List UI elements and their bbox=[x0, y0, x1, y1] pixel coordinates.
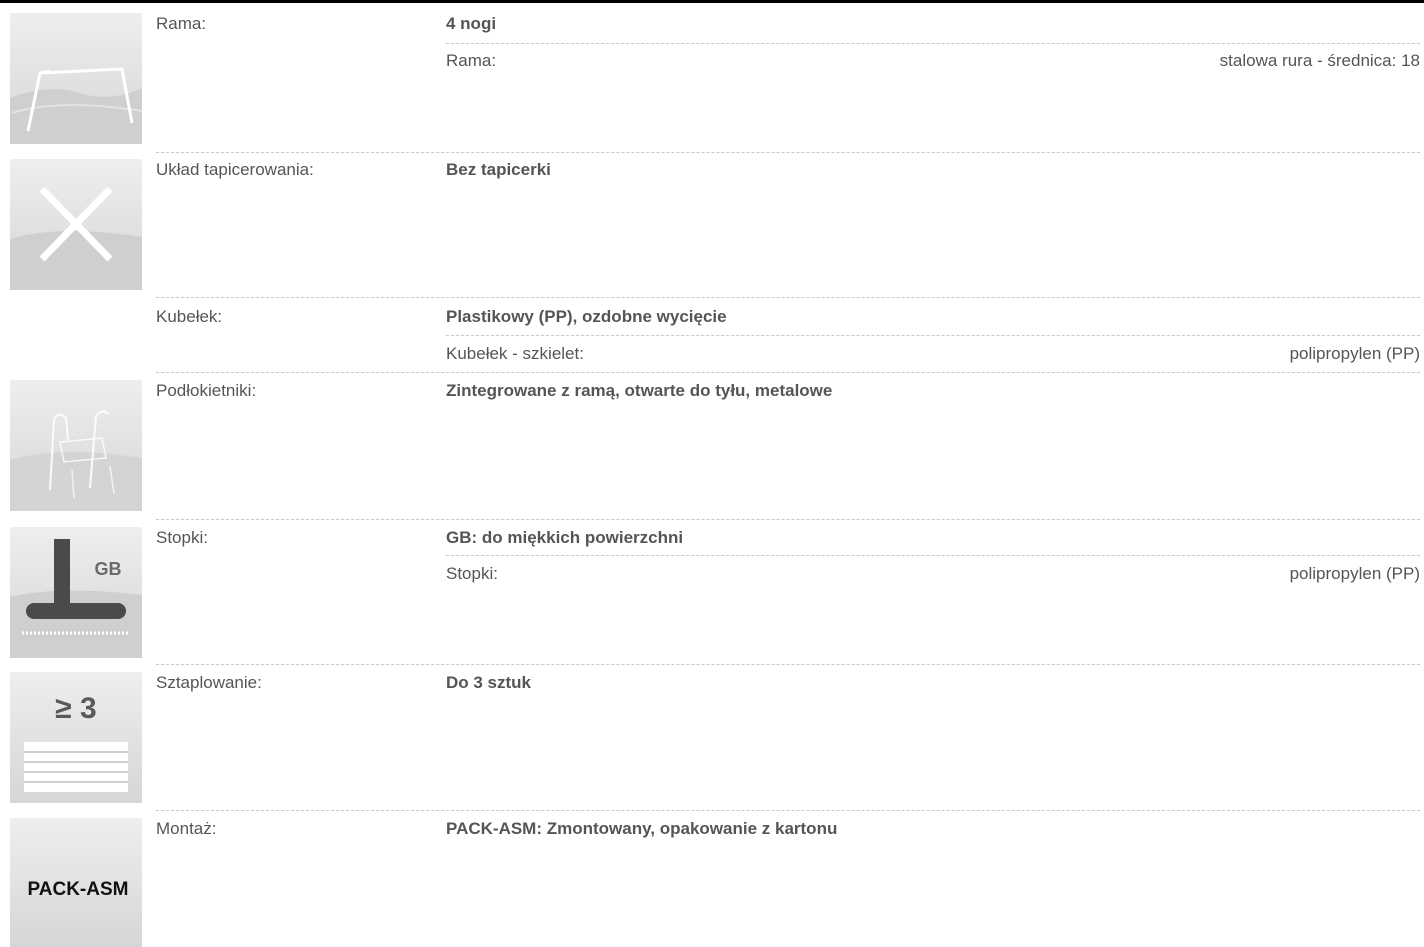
divider bbox=[156, 810, 1420, 811]
subrow-value: polipropylen (PP) bbox=[1289, 344, 1420, 363]
row-label-stopki: Stopki: bbox=[156, 528, 208, 547]
glide-label: GB bbox=[95, 559, 122, 579]
row-value-podlokietniki: Zintegrowane z ramą, otwarte do tyłu, me… bbox=[446, 381, 833, 400]
row-value-montaz: PACK-ASM: Zmontowany, opakowanie z karto… bbox=[446, 819, 838, 838]
top-border bbox=[0, 0, 1424, 3]
row-value-kubelek: Plastikowy (PP), ozdobne wycięcie bbox=[446, 307, 727, 326]
row-value-stopki: GB: do miękkich powierzchni bbox=[446, 528, 684, 547]
divider bbox=[156, 297, 1420, 298]
pack-asm-icon: PACK-ASM bbox=[10, 818, 142, 947]
divider bbox=[156, 152, 1420, 153]
row-label-kubelek: Kubełek: bbox=[156, 307, 223, 326]
row-label-rama: Rama: bbox=[156, 14, 207, 33]
row-value-uklad: Bez tapicerki bbox=[446, 160, 551, 179]
pack-asm-label: PACK-ASM bbox=[28, 879, 129, 900]
row-label-uklad: Układ tapicerowania: bbox=[156, 160, 314, 179]
row-label-podlokietniki: Podłokietniki: bbox=[156, 381, 257, 400]
frame-4-legs-icon bbox=[10, 13, 142, 144]
row-label-montaz: Montaż: bbox=[156, 819, 217, 838]
subrow-value: polipropylen (PP) bbox=[1289, 564, 1420, 583]
divider bbox=[156, 372, 1420, 373]
row-value-sztaplowanie: Do 3 sztuk bbox=[446, 673, 532, 692]
subrow-label: Kubełek - szkielet: bbox=[446, 344, 584, 363]
armrest-icon bbox=[10, 380, 142, 511]
subrow-value: stalowa rura - średnica: 18 bbox=[1219, 51, 1420, 70]
subrow-label: Rama: bbox=[446, 51, 497, 70]
subrow-label: Stopki: bbox=[446, 564, 498, 583]
divider bbox=[446, 555, 1420, 556]
divider bbox=[156, 519, 1420, 520]
divider bbox=[446, 335, 1420, 336]
stacking-icon: ≥ 3 bbox=[10, 672, 142, 803]
glide-gb-icon: GB bbox=[10, 527, 142, 658]
divider bbox=[446, 43, 1420, 44]
stacking-label: ≥ 3 bbox=[55, 692, 96, 725]
no-upholstery-x-icon bbox=[10, 159, 142, 290]
row-label-sztaplowanie: Sztaplowanie: bbox=[156, 673, 262, 692]
row-value-rama: 4 nogi bbox=[446, 14, 497, 33]
divider bbox=[156, 664, 1420, 665]
